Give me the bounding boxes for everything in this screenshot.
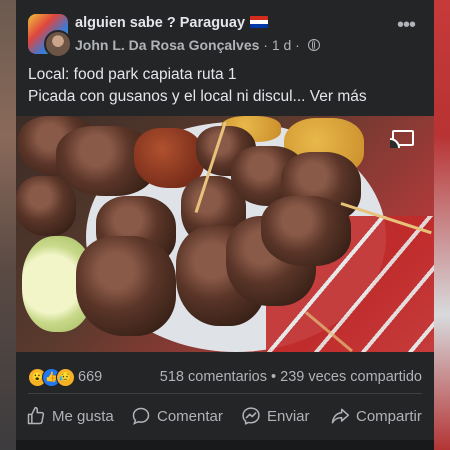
share-label: Compartir (356, 407, 422, 425)
group-name-link[interactable]: alguien sabe ? Paraguay (75, 15, 269, 31)
send-label: Enviar (267, 407, 310, 425)
comment-button[interactable]: Comentar (131, 398, 223, 434)
post-stats: 😮 👍 😥 669 518 comentarios • 239 veces co… (16, 362, 434, 392)
group-name-text: alguien sabe ? Paraguay (75, 15, 246, 31)
post-meta: John L. Da Rosa Gonçalves · 1 d · (75, 37, 320, 53)
comments-shares-count[interactable]: 518 comentarios • 239 veces compartido (160, 369, 422, 385)
post-text: Local: food park capiata ruta 1 Picada c… (28, 64, 428, 108)
post-header: alguien sabe ? Paraguay John L. Da Rosa … (16, 6, 434, 58)
meat-chunk (261, 196, 351, 266)
cast-icon[interactable] (390, 130, 414, 148)
share-arrow-icon (331, 408, 350, 424)
background-left-edge (0, 0, 16, 450)
like-button[interactable]: Me gusta (26, 398, 114, 434)
like-label: Me gusta (52, 407, 114, 425)
share-button[interactable]: Compartir (330, 398, 422, 434)
messenger-icon (242, 407, 260, 425)
post-text-line-2: Picada con gusanos y el local ni discul.… (28, 86, 428, 108)
post-time[interactable]: · 1 d · (259, 37, 303, 53)
meat-chunk (16, 176, 76, 236)
comment-label: Comentar (157, 407, 223, 425)
post-card: alguien sabe ? Paraguay John L. Da Rosa … (16, 0, 434, 450)
reaction-count[interactable]: 669 (78, 369, 102, 385)
action-bar: Me gusta Comentar Enviar Compartir (16, 398, 434, 434)
send-button[interactable]: Enviar (241, 398, 310, 434)
see-more-link[interactable]: Ver más (310, 88, 367, 105)
comment-icon (132, 407, 150, 425)
next-post-edge (16, 440, 434, 450)
meat-chunk (76, 236, 176, 336)
globe-icon (307, 39, 320, 51)
author-name-link[interactable]: John L. Da Rosa Gonçalves (75, 37, 259, 53)
author-avatar[interactable] (44, 30, 72, 58)
thumbs-up-icon (27, 406, 45, 425)
post-text-line-1: Local: food park capiata ruta 1 (28, 66, 237, 83)
background-right-edge (434, 0, 450, 450)
paraguay-flag-icon (250, 16, 269, 28)
post-photo[interactable] (16, 116, 434, 352)
post-text-line-2-content: Picada con gusanos y el local ni discul.… (28, 88, 306, 105)
sad-reaction-icon: 😥 (56, 368, 75, 387)
more-options-icon[interactable]: ••• (397, 14, 416, 37)
divider (28, 393, 422, 394)
